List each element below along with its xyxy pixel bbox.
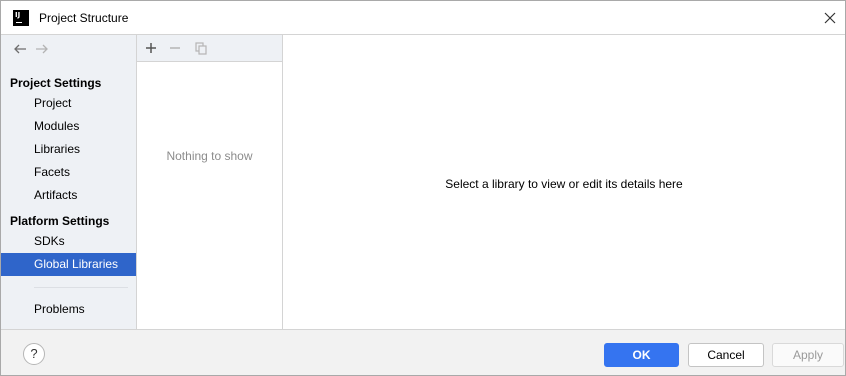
intellij-icon: IJ (13, 10, 29, 26)
library-detail-panel: Select a library to view or edit its det… (283, 35, 845, 329)
minus-icon (170, 47, 180, 49)
copy-icon (195, 41, 207, 55)
sidebar-item-sdks[interactable]: SDKs (1, 230, 136, 253)
sidebar-item-facets[interactable]: Facets (1, 161, 136, 184)
cancel-button[interactable]: Cancel (688, 343, 764, 367)
back-button[interactable] (11, 40, 29, 58)
help-button[interactable]: ? (23, 343, 45, 365)
add-button[interactable] (142, 39, 160, 57)
copy-button[interactable] (192, 39, 210, 57)
settings-sidebar: Project Settings Project Modules Librari… (1, 35, 137, 329)
project-structure-dialog: IJ Project Structure Project Settings Pr… (0, 0, 846, 376)
platform-settings-heading: Platform Settings (10, 214, 110, 228)
remove-button[interactable] (166, 39, 184, 57)
sidebar-item-artifacts[interactable]: Artifacts (1, 184, 136, 207)
sidebar-item-project[interactable]: Project (1, 92, 136, 115)
nav-arrows (1, 35, 136, 62)
close-icon (824, 12, 836, 24)
plus-icon (146, 43, 156, 53)
sidebar-divider (34, 287, 128, 288)
sidebar-item-problems[interactable]: Problems (1, 298, 136, 321)
empty-list-text: Nothing to show (166, 149, 253, 163)
sidebar-item-modules[interactable]: Modules (1, 115, 136, 138)
dialog-footer: ? OK Cancel Apply (1, 329, 845, 375)
arrow-right-icon (36, 44, 48, 54)
detail-hint-text: Select a library to view or edit its det… (445, 177, 683, 191)
project-settings-heading: Project Settings (10, 76, 102, 90)
sidebar-item-global-libraries[interactable]: Global Libraries (1, 253, 136, 276)
title-bar: IJ Project Structure (1, 1, 845, 35)
library-list-panel: Nothing to show (137, 35, 283, 329)
forward-button[interactable] (33, 40, 51, 58)
window-title: Project Structure (39, 11, 129, 25)
close-button[interactable] (821, 9, 839, 27)
list-toolbar (137, 35, 282, 62)
arrow-left-icon (14, 44, 26, 54)
ok-button[interactable]: OK (604, 343, 679, 367)
apply-button[interactable]: Apply (772, 343, 844, 367)
app-icon-text: IJ (15, 11, 21, 19)
sidebar-item-libraries[interactable]: Libraries (1, 138, 136, 161)
